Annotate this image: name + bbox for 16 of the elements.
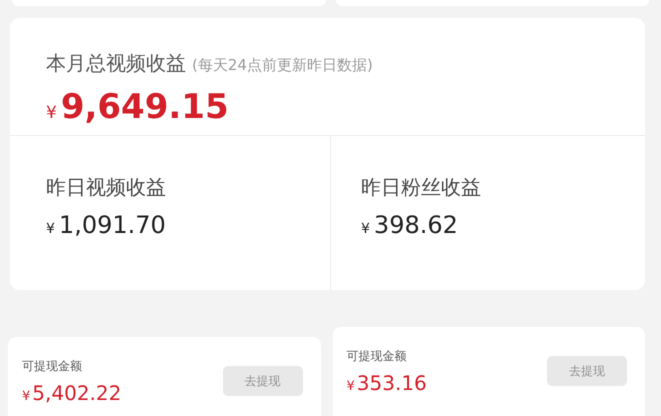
balance-label: 可提现金额 — [346, 348, 408, 364]
currency-symbol: ¥ — [22, 388, 30, 404]
currency-symbol: ¥ — [46, 221, 55, 237]
stat-label: 昨日粉丝收益 — [361, 174, 482, 201]
amount-value: 9,649.15 — [60, 87, 229, 127]
amount-value: 398.62 — [374, 211, 458, 239]
amount-value: 5,402.22 — [32, 380, 122, 404]
currency-symbol: ¥ — [46, 103, 57, 123]
update-note: (每天24点前更新昨日数据) — [192, 56, 373, 75]
amount-value: 353.16 — [356, 370, 427, 394]
currency-symbol: ¥ — [361, 221, 370, 237]
section-title: 本月总视频收益 — [46, 50, 186, 77]
stat-label: 昨日视频收益 — [46, 174, 167, 201]
currency-symbol: ¥ — [346, 378, 355, 394]
balance-label: 可提现金额 — [22, 358, 83, 374]
amount-value: 1,091.70 — [58, 211, 166, 239]
